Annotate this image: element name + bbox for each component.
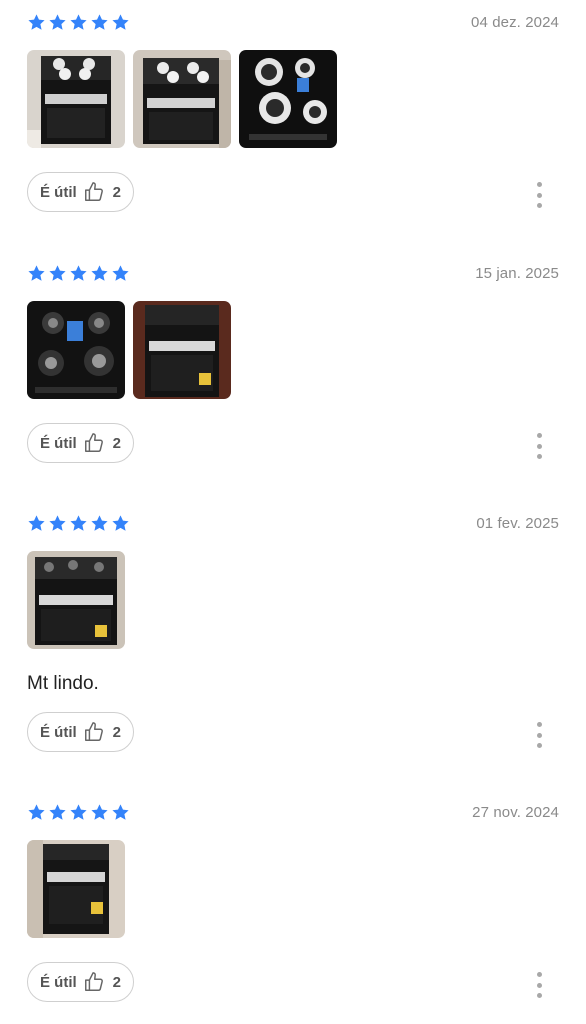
star-icon [49,265,66,281]
star-icon [28,804,45,820]
review-photo-cooktop[interactable] [27,301,125,399]
star-icon [28,14,45,30]
helpful-label: É útil [40,973,77,991]
star-icon [112,265,129,281]
review-photo-stove[interactable] [133,301,231,399]
helpful-button[interactable]: É útil 2 [27,423,134,463]
star-icon [49,14,66,30]
helpful-button[interactable]: É útil 2 [27,712,134,752]
review-text: Mt lindo. [27,673,99,694]
thumbs-up-icon [84,972,103,991]
star-icon [91,515,108,531]
star-icon [28,265,45,281]
star-icon [49,515,66,531]
review-date: 27 nov. 2024 [472,804,559,821]
helpful-count: 2 [112,723,122,741]
thumbs-up-icon [84,722,103,741]
helpful-button[interactable]: É útil 2 [27,962,134,1002]
star-icon [70,14,87,30]
helpful-count: 2 [112,973,122,991]
helpful-count: 2 [112,183,122,201]
star-rating [27,264,130,283]
helpful-count: 2 [112,434,122,452]
review-photo-stove[interactable] [27,50,125,148]
star-icon [112,14,129,30]
review-photo-cooktop[interactable] [239,50,337,148]
star-icon [28,515,45,531]
star-icon [91,804,108,820]
more-options-icon[interactable] [532,722,546,748]
review-photo-stove[interactable] [27,840,125,938]
helpful-label: É útil [40,723,77,741]
star-icon [91,265,108,281]
helpful-label: É útil [40,183,77,201]
star-icon [70,265,87,281]
review-date: 15 jan. 2025 [475,265,559,282]
star-icon [49,804,66,820]
more-options-icon[interactable] [532,182,546,208]
review-photos [27,301,231,399]
review-date: 04 dez. 2024 [471,14,559,31]
more-options-icon[interactable] [532,433,546,459]
review-photos [27,50,337,148]
review-date: 01 fev. 2025 [476,515,559,532]
thumbs-up-icon [84,433,103,452]
helpful-label: É útil [40,434,77,452]
thumbs-up-icon [84,182,103,201]
star-icon [91,14,108,30]
more-options-icon[interactable] [532,972,546,998]
star-rating [27,514,130,533]
star-rating [27,13,130,32]
star-icon [70,515,87,531]
review-photos [27,551,125,649]
helpful-button[interactable]: É útil 2 [27,172,134,212]
star-rating [27,803,130,822]
star-icon [112,515,129,531]
review-photo-stove[interactable] [27,551,125,649]
review-photos [27,840,125,938]
star-icon [112,804,129,820]
review-photo-stove[interactable] [133,50,231,148]
star-icon [70,804,87,820]
